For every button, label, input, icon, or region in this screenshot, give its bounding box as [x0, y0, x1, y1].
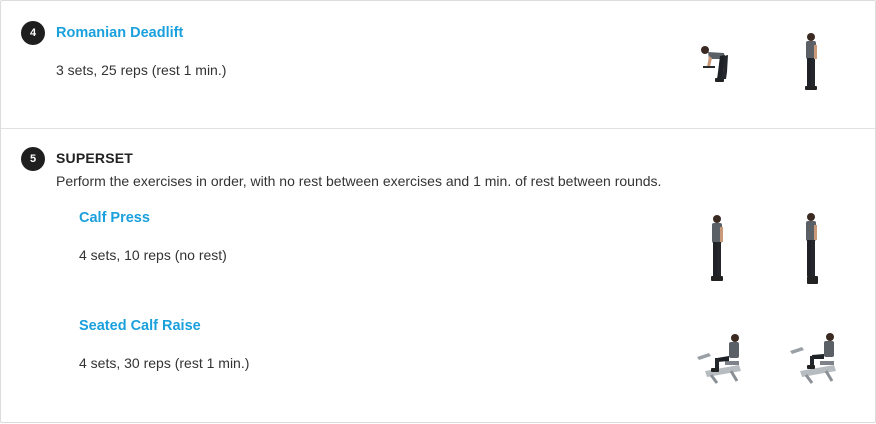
calf-press-start-image [711, 215, 723, 281]
exercise-title-link[interactable]: Seated Calf Raise [79, 318, 201, 334]
calf-press-end-image [806, 213, 818, 284]
deadlift-bent-image [701, 46, 728, 82]
exercise-detail: 4 sets, 30 reps (rest 1 min.) [79, 355, 250, 371]
workout-card: 4 Romanian Deadlift 3 sets, 25 reps (res… [0, 0, 876, 423]
superset-number-badge: 5 [21, 147, 45, 171]
exercise-number-badge: 4 [21, 21, 45, 45]
deadlift-standing-image [805, 33, 817, 90]
seated-calf-raise-end-image [790, 333, 836, 384]
exercise-title-link[interactable]: Romanian Deadlift [56, 25, 183, 41]
exercise-detail: 4 sets, 10 reps (no rest) [79, 247, 227, 263]
exercise-title-link[interactable]: Calf Press [79, 210, 150, 226]
superset-title: SUPERSET [56, 150, 134, 166]
exercise-detail: 3 sets, 25 reps (rest 1 min.) [56, 62, 227, 78]
superset-description: Perform the exercises in order, with no … [56, 173, 662, 189]
seated-calf-raise-start-image [697, 334, 741, 384]
section-divider [1, 128, 875, 129]
